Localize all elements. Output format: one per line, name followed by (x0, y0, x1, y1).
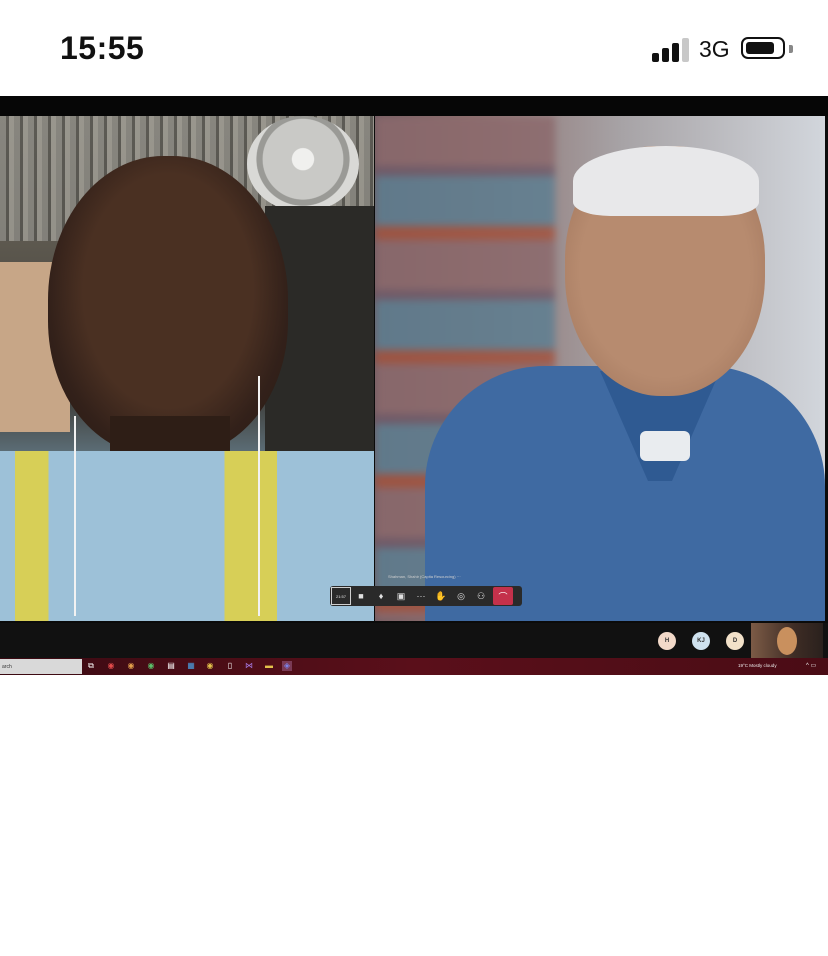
earphone-cable (74, 416, 76, 616)
cellular-signal-icon (652, 38, 690, 62)
caller-name-label: Shahman, Shahir (Capita Resourcing) ··· (388, 574, 461, 579)
background-fan (247, 116, 359, 212)
taskbar-weather[interactable]: 19°C Mostly cloudy (738, 663, 777, 668)
chat-icon[interactable]: ◎ (451, 587, 471, 605)
teams-icon[interactable]: ◈ (282, 661, 292, 671)
self-view-face (777, 627, 797, 655)
call-timer: 21:57 (331, 587, 351, 605)
battery-icon (741, 37, 785, 59)
ios-status-bar: 15:55 3G (0, 0, 828, 96)
system-tray-icon[interactable]: ^ ▭ (806, 662, 816, 669)
task-view-icon[interactable]: ⧉ (86, 661, 96, 671)
shirt-collar (640, 431, 690, 461)
call-toolbar: 21:57 ■ ♦ ▣ ··· ✋ ◎ ⚇ ⌒ (330, 586, 522, 606)
chrome-icon[interactable]: ◉ (205, 661, 215, 671)
self-view-video[interactable] (751, 623, 823, 658)
camera-icon[interactable]: ■ (351, 587, 371, 605)
hang-up-icon[interactable]: ⌒ (493, 587, 513, 605)
video-tile-left[interactable] (0, 116, 374, 621)
news-icon[interactable]: ▤ (166, 661, 176, 671)
window-top-strip (0, 96, 828, 116)
outlook-icon[interactable]: ▦ (186, 661, 196, 671)
windows-taskbar: arch ⧉ ◉ ◉ ◉ ▤ ▦ ◉ ▯ ⋈ ▬ ◈ 19°C Mostly c… (0, 658, 828, 675)
earphone-cable (258, 376, 260, 616)
participants-row: H KJ D (0, 623, 828, 658)
more-icon[interactable]: ··· (411, 587, 431, 605)
chrome-icon[interactable]: ◉ (126, 661, 136, 671)
participants-icon[interactable]: ⚇ (471, 587, 491, 605)
status-time: 15:55 (60, 30, 145, 66)
chrome-icon[interactable]: ◉ (106, 661, 116, 671)
share-screen-icon[interactable]: ▣ (391, 587, 411, 605)
participant-face (48, 156, 288, 456)
participant-avatar[interactable]: H (658, 632, 676, 650)
file-icon[interactable]: ▯ (225, 661, 235, 671)
visual-studio-icon[interactable]: ⋈ (244, 661, 254, 671)
network-type: 3G (699, 36, 730, 62)
battery-tip (789, 45, 793, 53)
raise-hand-icon[interactable]: ✋ (431, 587, 451, 605)
teams-call-screenshot: Shahman, Shahir (Capita Resourcing) ··· … (0, 96, 828, 675)
chrome-icon[interactable]: ◉ (146, 661, 156, 671)
microphone-icon[interactable]: ♦ (371, 587, 391, 605)
participant-avatar[interactable]: D (726, 632, 744, 650)
hi-vis-vest (0, 451, 374, 621)
video-tile-right[interactable] (375, 116, 825, 621)
participant-avatar[interactable]: KJ (692, 632, 710, 650)
file-explorer-icon[interactable]: ▬ (264, 661, 274, 671)
participant-hair (573, 146, 759, 216)
taskbar-search[interactable]: arch (0, 659, 82, 674)
